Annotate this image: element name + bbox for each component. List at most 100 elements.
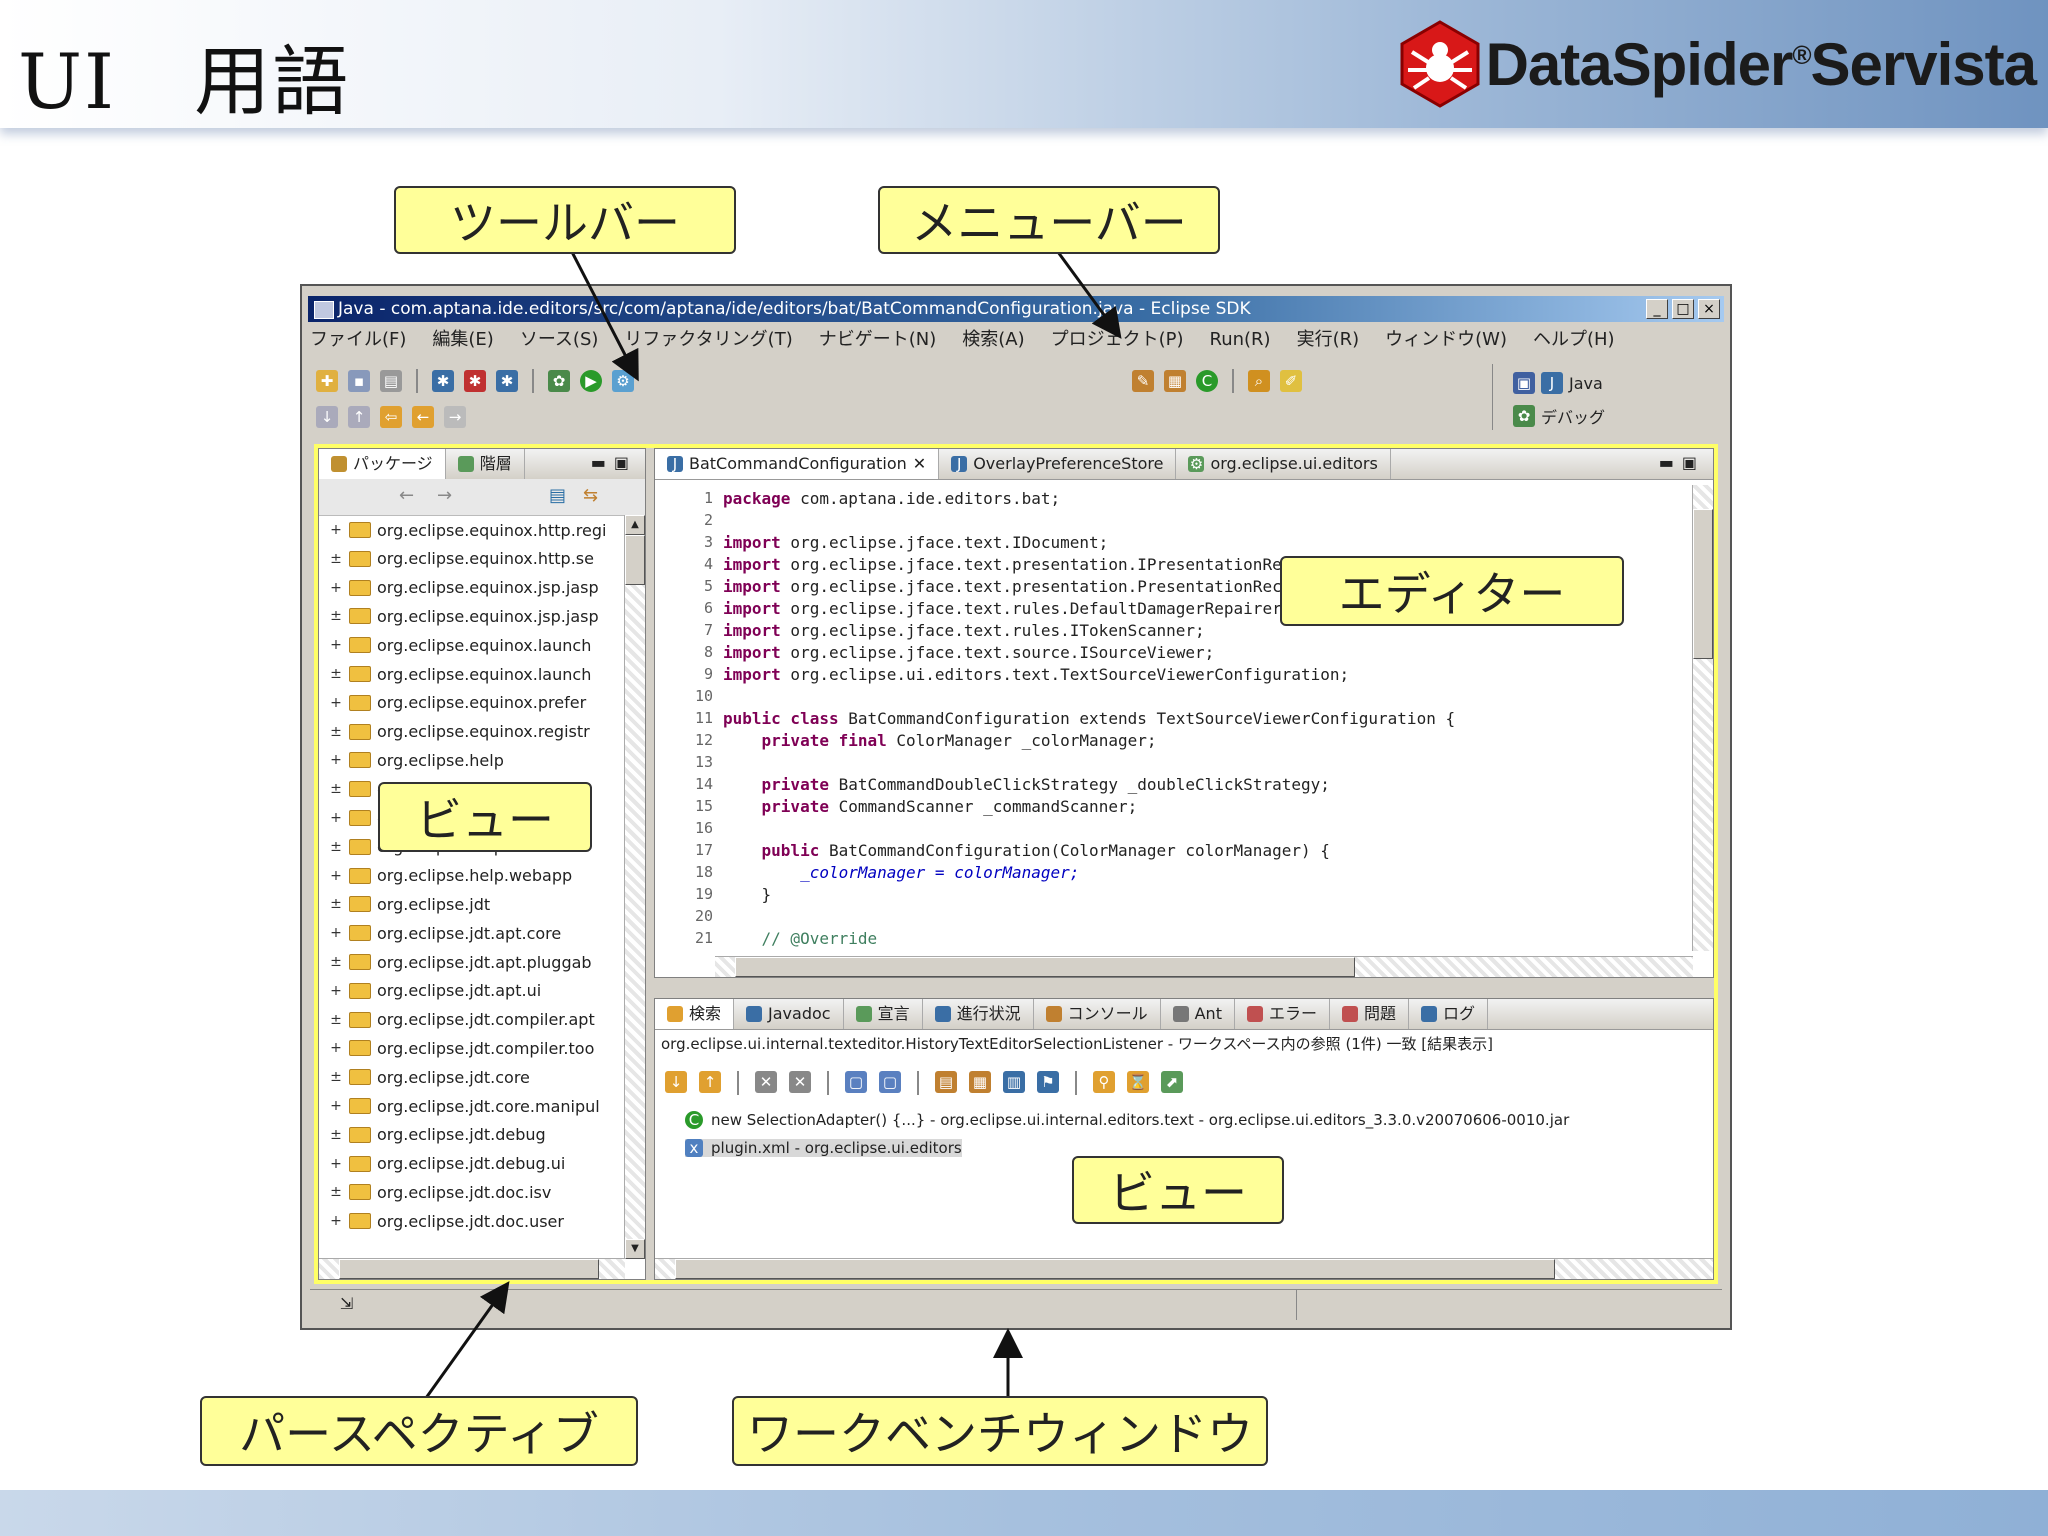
tree-item[interactable]: + org.eclipse.jdt.doc.user [329, 1210, 564, 1232]
tree-item[interactable]: ± org.eclipse.jdt.compiler.apt [329, 1009, 595, 1031]
close-button[interactable]: × [1698, 299, 1720, 319]
expand-toggle-icon[interactable]: ± [329, 666, 343, 682]
collapse-all-icon[interactable]: ▢ [879, 1071, 901, 1093]
forward-icon[interactable]: → [444, 406, 466, 428]
collapse-all-icon[interactable]: ▤ [549, 485, 566, 506]
link-editor-icon[interactable]: ⇆ [583, 485, 598, 506]
pin-icon[interactable]: ⚲ [1093, 1071, 1115, 1093]
expand-toggle-icon[interactable]: + [329, 1098, 343, 1114]
tree-vertical-scrollbar[interactable]: ▲ ▼ [624, 515, 645, 1259]
new-class-icon[interactable]: C [1196, 370, 1218, 392]
expand-toggle-icon[interactable]: ± [329, 1012, 343, 1028]
editor-scroll-thumb-h[interactable] [735, 957, 1355, 977]
code-line[interactable]: import org.eclipse.jface.text.source.ISo… [723, 643, 1214, 665]
debug-icon[interactable]: ✿ [548, 370, 570, 392]
forward-arrow-icon[interactable]: → [437, 485, 452, 506]
annotation-icon[interactable]: ↓ [316, 406, 338, 428]
remove-match-icon[interactable]: ✕ [755, 1071, 777, 1093]
tree-item[interactable]: + org.eclipse.jdt.apt.ui [329, 980, 541, 1002]
code-line[interactable]: import org.eclipse.jface.text.rules.ITok… [723, 621, 1205, 643]
tool-icon[interactable]: ✱ [432, 370, 454, 392]
tree-item[interactable]: + org.eclipse.equinox.launch [329, 634, 591, 656]
expand-toggle-icon[interactable]: ± [329, 954, 343, 970]
prev-match-icon[interactable]: ↑ [699, 1071, 721, 1093]
search-horizontal-scrollbar[interactable] [655, 1258, 1713, 1279]
search-history-icon[interactable]: ▦ [969, 1071, 991, 1093]
scroll-down-button[interactable]: ▼ [625, 1239, 645, 1259]
tree-item[interactable]: + org.eclipse.equinox.http.regi [329, 519, 606, 541]
search-icon[interactable]: ⌕ [1248, 370, 1270, 392]
editor-horizontal-scrollbar[interactable] [715, 956, 1693, 977]
bottom-tab[interactable]: コンソール [1034, 999, 1161, 1029]
flat-layout-icon[interactable]: ▥ [1003, 1071, 1025, 1093]
expand-toggle-icon[interactable]: + [329, 580, 343, 596]
expand-toggle-icon[interactable]: ± [329, 781, 343, 797]
remove-all-icon[interactable]: ✕ [789, 1071, 811, 1093]
tree-item[interactable]: + org.eclipse.help [329, 749, 504, 771]
search-result-2[interactable]: x plugin.xml - org.eclipse.ui.editors [685, 1139, 962, 1157]
minimize-button[interactable]: _ [1646, 299, 1668, 319]
expand-toggle-icon[interactable]: ± [329, 1127, 343, 1143]
tree-item[interactable]: ± org.eclipse.jdt.apt.pluggab [329, 951, 591, 973]
code-line[interactable]: // @Override [723, 929, 878, 951]
new-icon[interactable]: ✚ [316, 370, 338, 392]
tool-icon-2[interactable]: ✱ [464, 370, 486, 392]
editor-scroll-thumb[interactable] [1693, 509, 1713, 659]
menu-run-en[interactable]: Run(R) [1210, 326, 1271, 354]
window-titlebar[interactable]: Java - com.aptana.ide.editors/src/com/ap… [308, 296, 1724, 322]
next-match-icon[interactable]: ↓ [665, 1071, 687, 1093]
tree-item[interactable]: + org.eclipse.jdt.apt.core [329, 922, 561, 944]
tree-item[interactable]: + org.eclipse.jdt.compiler.too [329, 1037, 594, 1059]
expand-toggle-icon[interactable]: ± [329, 896, 343, 912]
tree-item[interactable]: + org.eclipse.jdt.debug.ui [329, 1153, 565, 1175]
tab-ui-editors[interactable]: ⚙ org.eclipse.ui.editors [1176, 449, 1391, 479]
expand-toggle-icon[interactable]: + [329, 983, 343, 999]
scroll-thumb[interactable] [625, 535, 645, 585]
history-dropdown-icon[interactable]: ⌛ [1127, 1071, 1149, 1093]
search-scroll-thumb[interactable] [675, 1259, 1555, 1279]
external-tools-icon[interactable]: ⚙ [612, 370, 634, 392]
code-line[interactable]: import org.eclipse.jface.text.presentati… [723, 555, 1368, 577]
scroll-thumb-h[interactable] [339, 1259, 599, 1279]
code-line[interactable]: package com.aptana.ide.editors.bat; [723, 489, 1060, 511]
print-icon[interactable]: ▤ [380, 370, 402, 392]
tree-horizontal-scrollbar[interactable] [319, 1258, 625, 1279]
tree-item[interactable]: ± org.eclipse.equinox.registr [329, 721, 590, 743]
tree-item[interactable]: ± org.eclipse.jdt [329, 893, 490, 915]
code-line[interactable]: import org.eclipse.jface.text.presentati… [723, 577, 1359, 599]
menu-search[interactable]: 検索(A) [962, 326, 1024, 354]
close-tab-icon[interactable]: ✕ [913, 449, 926, 479]
tree-layout-icon[interactable]: ⚑ [1037, 1071, 1059, 1093]
menu-project[interactable]: プロジェクト(P) [1051, 326, 1184, 354]
bottom-tab[interactable]: 進行状況 [923, 999, 1034, 1029]
tab-hierarchy[interactable]: 階層 [446, 449, 525, 479]
back-history-icon[interactable]: ⇦ [380, 406, 402, 428]
perspective-java[interactable]: ▣ J Java [1513, 372, 1603, 394]
save-icon[interactable]: ▪ [348, 370, 370, 392]
back-arrow-icon[interactable]: ← [399, 485, 414, 506]
menu-refactor[interactable]: リファクタリング(T) [624, 326, 792, 354]
pin-view-icon[interactable]: ⬈ [1161, 1071, 1183, 1093]
code-line[interactable]: import org.eclipse.jface.text.rules.Defa… [723, 599, 1291, 621]
tree-item[interactable]: ± org.eclipse.equinox.http.se [329, 548, 594, 570]
editor-vertical-scrollbar[interactable] [1692, 485, 1713, 951]
editor-minmax-controls[interactable]: ▬▣ [1659, 453, 1705, 472]
menu-file[interactable]: ファイル(F) [310, 326, 406, 354]
expand-toggle-icon[interactable]: ± [329, 1069, 343, 1085]
expand-toggle-icon[interactable]: + [329, 1213, 343, 1229]
code-line[interactable]: } [723, 885, 772, 907]
open-perspective-icon[interactable]: ▣ [1513, 372, 1535, 394]
expand-toggle-icon[interactable]: ± [329, 1184, 343, 1200]
bottom-tab[interactable]: エラー [1235, 999, 1330, 1029]
tab-batcommandconfiguration[interactable]: J BatCommandConfiguration ✕ [655, 449, 940, 479]
code-line[interactable]: public class BatCommandConfiguration ext… [723, 709, 1455, 731]
bottom-tab[interactable]: 宣言 [844, 999, 923, 1029]
tree-item[interactable]: + org.eclipse.help.webapp [329, 865, 572, 887]
tree-item[interactable]: ± org.eclipse.equinox.launch [329, 663, 591, 685]
code-line[interactable]: import org.eclipse.jface.text.IDocument; [723, 533, 1108, 555]
back-icon[interactable]: ← [412, 406, 434, 428]
expand-toggle-icon[interactable]: + [329, 868, 343, 884]
expand-toggle-icon[interactable]: + [329, 752, 343, 768]
code-line[interactable]: _colorManager = colorManager; [723, 863, 1079, 885]
search-result-1[interactable]: C new SelectionAdapter() {...} - org.ecl… [685, 1111, 1569, 1129]
